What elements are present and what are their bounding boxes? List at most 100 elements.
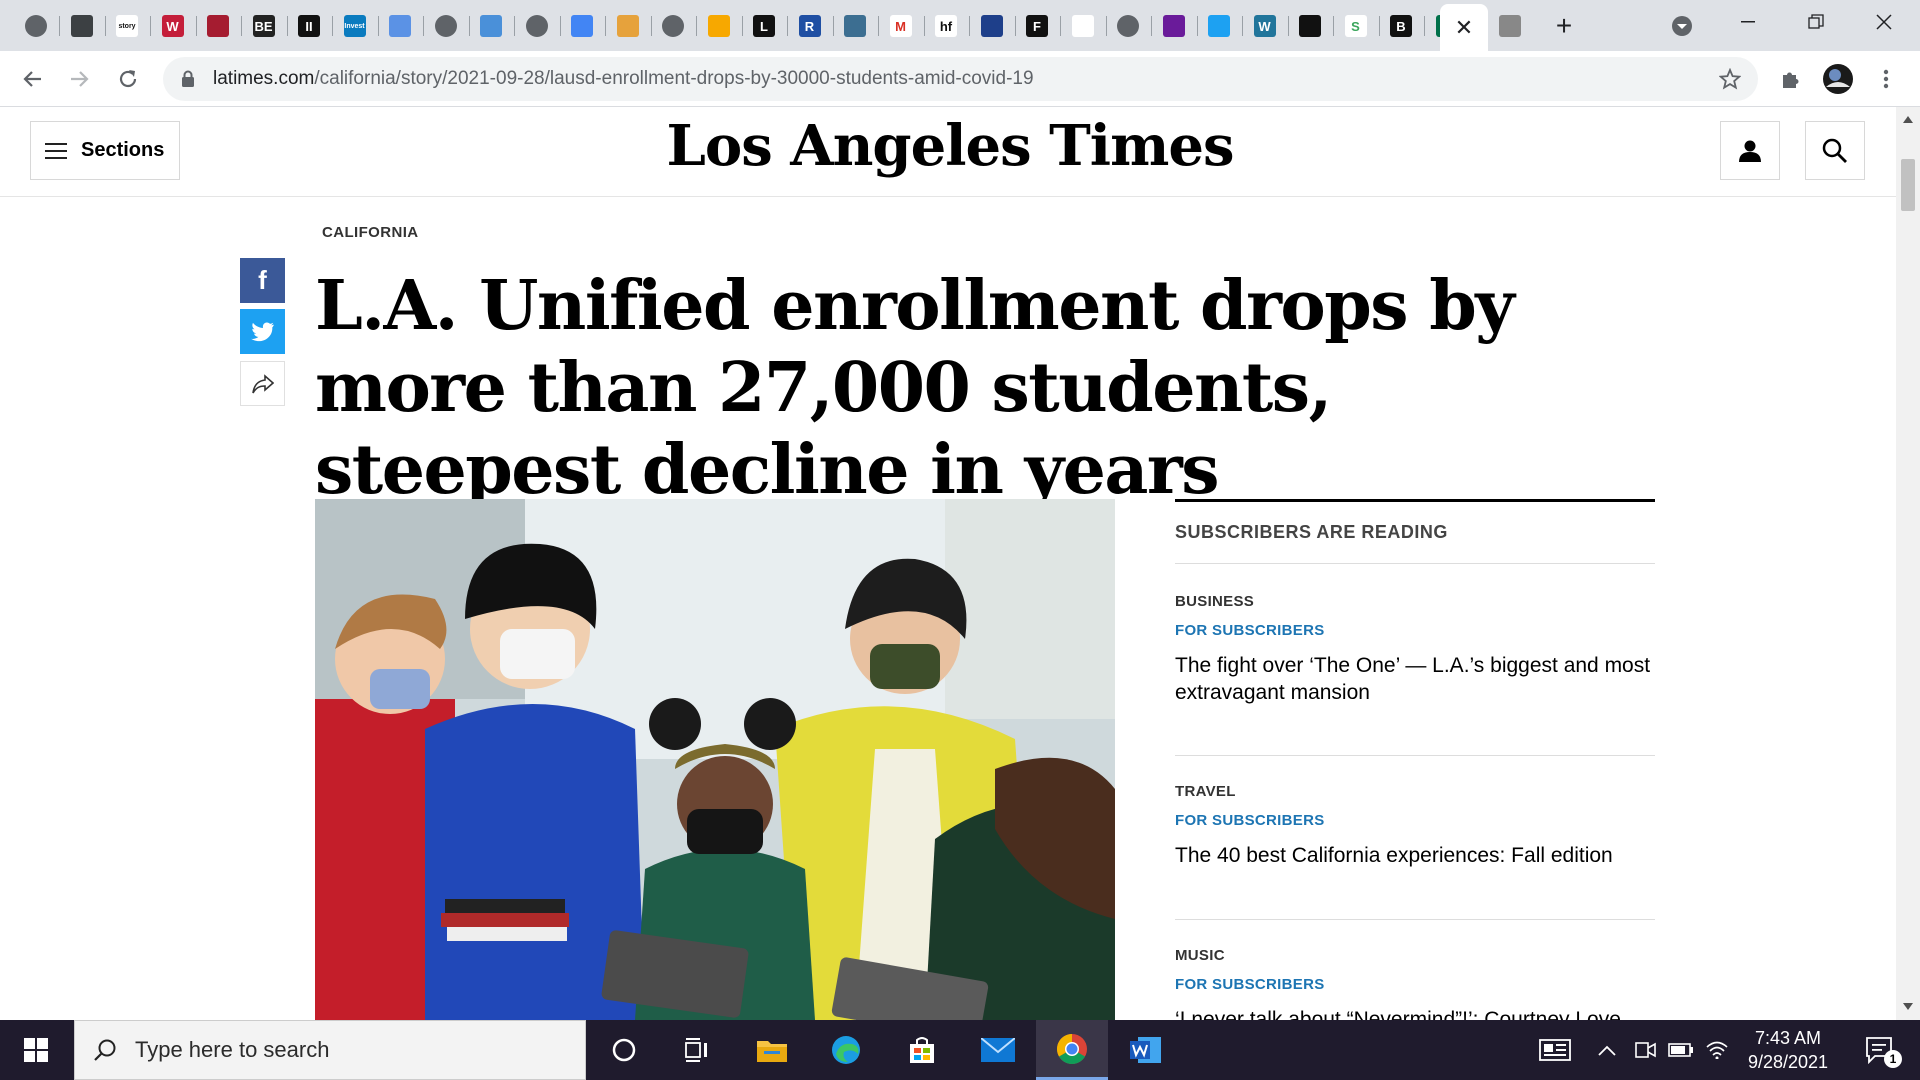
browser-tab[interactable] — [426, 6, 466, 46]
browser-tab[interactable] — [608, 6, 648, 46]
file-explorer-button[interactable] — [736, 1020, 808, 1080]
url-text: latimes.com/california/story/2021-09-28/… — [213, 68, 1034, 89]
task-view-button[interactable] — [660, 1020, 732, 1080]
extensions-button[interactable] — [1770, 59, 1810, 99]
rail-item-section[interactable]: TRAVEL — [1175, 783, 1655, 800]
browser-tab[interactable] — [835, 6, 875, 46]
browser-tab[interactable] — [16, 6, 56, 46]
tab-separator — [741, 16, 743, 36]
scroll-up-icon[interactable] — [1903, 115, 1913, 123]
restore-button[interactable] — [1786, 4, 1846, 40]
sections-button[interactable]: Sections — [30, 121, 180, 180]
chrome-icon — [1056, 1033, 1087, 1064]
page-scrollbar[interactable] — [1896, 107, 1920, 1020]
menu-button[interactable] — [1866, 59, 1906, 99]
rail-item[interactable]: MUSIC FOR SUBSCRIBERS ‘I never talk abou… — [1175, 947, 1655, 1020]
browser-tab[interactable] — [517, 6, 557, 46]
browser-tab[interactable]: F — [1017, 6, 1057, 46]
site-search-button[interactable] — [1805, 121, 1865, 180]
browser-tab[interactable]: M — [881, 6, 921, 46]
article-section-label[interactable]: CALIFORNIA — [322, 224, 419, 241]
store-button[interactable] — [886, 1020, 958, 1080]
forward-button[interactable] — [60, 59, 100, 99]
news-widget[interactable] — [1532, 1020, 1578, 1080]
system-clock[interactable]: 7:43 AM 9/28/2021 — [1728, 1026, 1848, 1074]
tab-separator — [1287, 16, 1289, 36]
clock-time: 7:43 AM — [1754, 1028, 1822, 1048]
back-button[interactable] — [12, 59, 52, 99]
star-icon[interactable] — [1719, 68, 1741, 90]
browser-tab[interactable] — [699, 6, 739, 46]
browser-tab[interactable]: S — [1336, 6, 1376, 46]
chrome-button[interactable] — [1036, 1020, 1108, 1080]
s-icon: S — [1344, 15, 1367, 37]
address-bar[interactable]: latimes.com/california/story/2021-09-28/… — [163, 57, 1758, 101]
browser-tab[interactable]: II — [289, 6, 329, 46]
browser-tab[interactable] — [1063, 6, 1103, 46]
rail-item-title[interactable]: The 40 best California experiences: Fall… — [1175, 842, 1655, 869]
share-more-button[interactable] — [240, 361, 285, 406]
reload-button[interactable] — [108, 59, 148, 99]
battery-indicator[interactable] — [1664, 1020, 1698, 1080]
article-headline: L.A. Unified enrollment drops by more th… — [315, 266, 1515, 510]
browser-tab[interactable] — [1290, 6, 1330, 46]
browser-tab[interactable] — [972, 6, 1012, 46]
browser-tab[interactable] — [471, 6, 511, 46]
browser-tab[interactable]: W — [153, 6, 193, 46]
profile-button[interactable] — [1818, 59, 1858, 99]
scroll-thumb[interactable] — [1901, 159, 1915, 211]
site-logo[interactable]: Los Angeles Times — [640, 113, 1260, 179]
wordpress-icon: W — [1253, 15, 1276, 37]
b-icon: B — [1390, 15, 1412, 37]
rail-item-title[interactable]: The fight over ‘The One’ — L.A.’s bigges… — [1175, 652, 1655, 706]
mail-button[interactable] — [962, 1020, 1034, 1080]
share-twitter-button[interactable] — [240, 309, 285, 354]
start-button[interactable] — [0, 1020, 72, 1080]
close-tab-icon[interactable]: ✕ — [1455, 15, 1473, 41]
browser-tab[interactable]: hf — [926, 6, 966, 46]
rail-item-section[interactable]: BUSINESS — [1175, 593, 1655, 610]
browser-tab[interactable] — [1154, 6, 1194, 46]
rail-item[interactable]: TRAVEL FOR SUBSCRIBERS The 40 best Calif… — [1175, 783, 1655, 869]
meet-now-button[interactable] — [1630, 1020, 1660, 1080]
browser-tab[interactable]: story — [107, 6, 147, 46]
browser-tab[interactable]: W — [1245, 6, 1285, 46]
scroll-down-icon[interactable] — [1903, 1003, 1913, 1011]
minimize-button[interactable] — [1718, 4, 1778, 40]
rail-item-title[interactable]: ‘I never talk about “Nevermind”!’: Court… — [1175, 1006, 1655, 1020]
word-button[interactable] — [1110, 1020, 1182, 1080]
browser-tab[interactable] — [562, 6, 602, 46]
share-facebook-button[interactable]: f — [240, 258, 285, 303]
new-tab-button[interactable]: + — [1544, 6, 1584, 46]
tab-separator — [241, 16, 242, 36]
browser-tab[interactable]: BE — [244, 6, 284, 46]
browser-tab[interactable]: Invest — [335, 6, 375, 46]
active-tab[interactable]: ✕ — [1440, 4, 1488, 51]
cortana-button[interactable] — [588, 1020, 660, 1080]
rail-item[interactable]: BUSINESS FOR SUBSCRIBERS The fight over … — [1175, 593, 1655, 706]
tab-separator — [1151, 16, 1152, 36]
rail-item-section[interactable]: MUSIC — [1175, 947, 1655, 964]
close-window-button[interactable] — [1854, 4, 1914, 40]
browser-tab[interactable]: R — [790, 6, 830, 46]
tab-search-button[interactable] — [1662, 6, 1702, 46]
browser-tab[interactable] — [653, 6, 693, 46]
tab-separator — [1242, 16, 1243, 36]
tray-overflow-button[interactable] — [1592, 1020, 1622, 1080]
tab-latimes-logo[interactable] — [1490, 6, 1530, 46]
browser-tab[interactable] — [62, 6, 102, 46]
browser-tab[interactable] — [380, 6, 420, 46]
browser-tab[interactable]: B — [1381, 6, 1421, 46]
notifications-button[interactable]: 1 — [1850, 1020, 1910, 1080]
account-button[interactable] — [1720, 121, 1780, 180]
browser-tab[interactable]: L — [744, 6, 784, 46]
globe-icon — [1117, 15, 1139, 37]
browser-tab[interactable] — [1199, 6, 1239, 46]
taskbar-search[interactable]: Type here to search — [74, 1020, 586, 1080]
browser-tab[interactable] — [198, 6, 238, 46]
browser-tab[interactable] — [1108, 6, 1148, 46]
page-viewport: Sections Los Angeles Times CALIFORNIA f … — [0, 107, 1920, 1020]
tab-separator — [605, 16, 606, 36]
lock-icon — [182, 70, 194, 87]
edge-button[interactable] — [810, 1020, 882, 1080]
